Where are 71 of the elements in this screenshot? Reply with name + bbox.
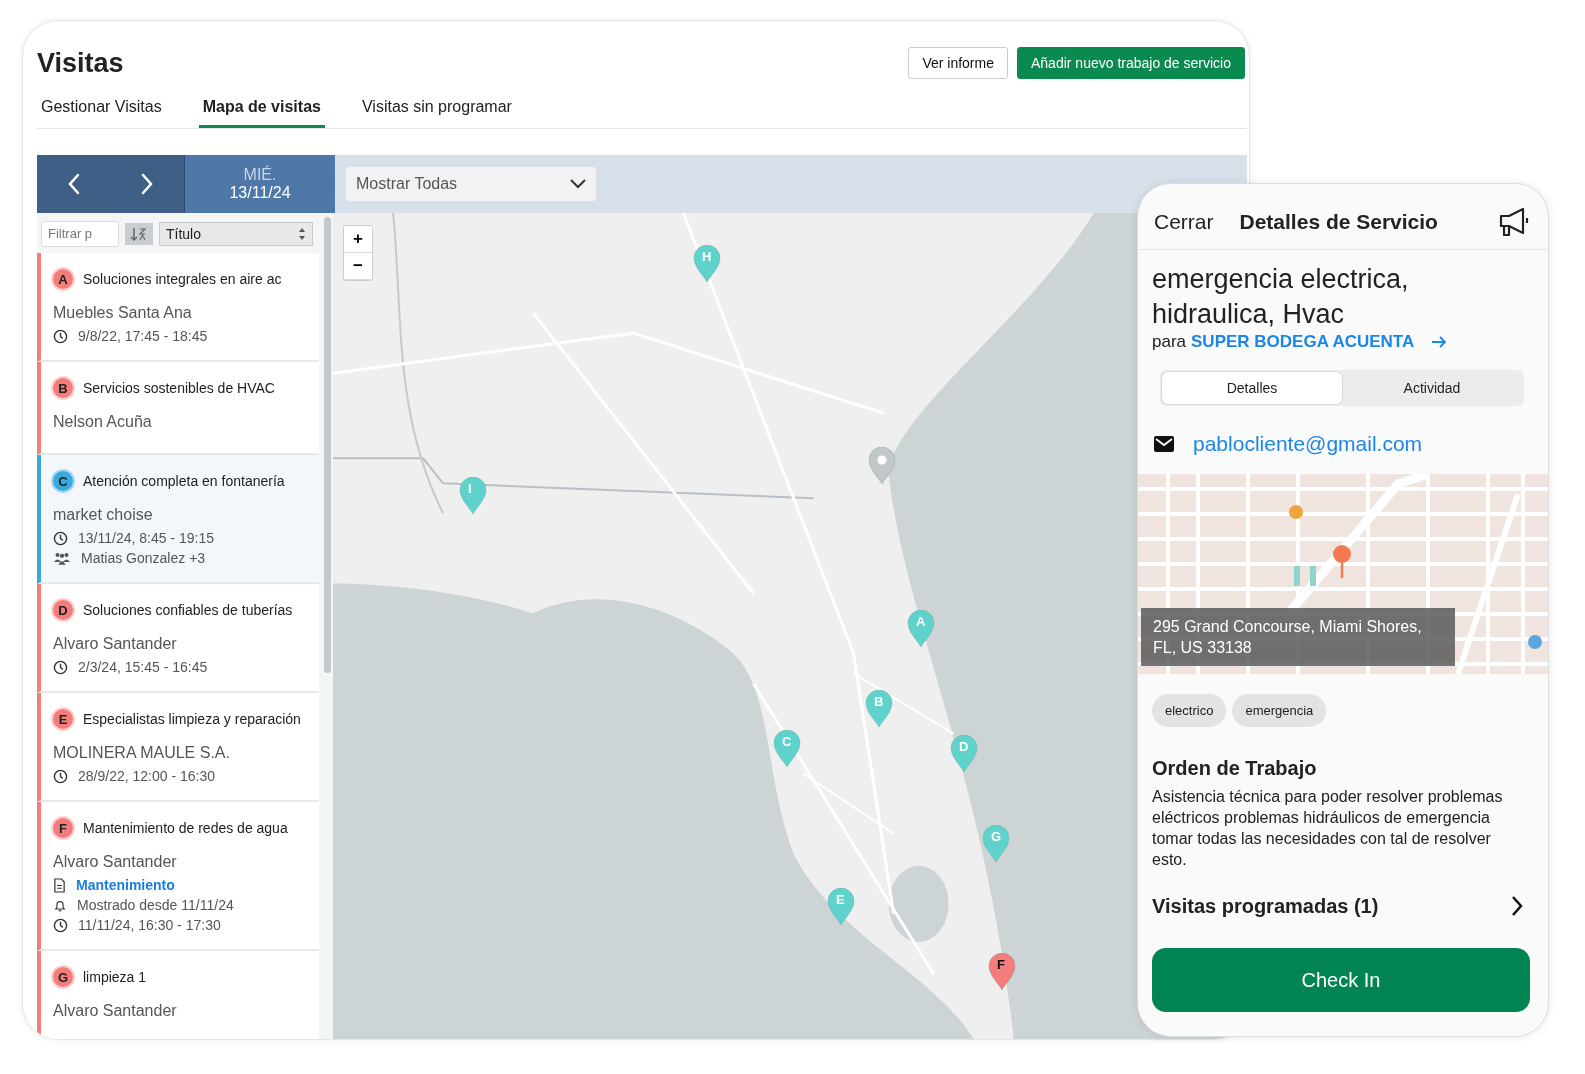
visit-title: Soluciones integrales en aire ac [83,271,282,287]
chevron-right-icon[interactable] [140,172,155,196]
visit-card[interactable]: F Mantenimiento de redes de agua Alvaro Santander Mantenimiento Mostrado desde 11/11/24 11/11/24, 16:30 - 17:30 [37,802,319,951]
visit-card[interactable]: E Especialistas limpieza y reparación MOLINERA MAULE S.A. 28/9/22, 12:00 - 16:30 [37,693,319,802]
arrow-right-icon[interactable] [1431,335,1448,349]
people-icon [53,550,71,566]
document-icon [53,877,66,893]
sort-dropdown[interactable]: Título [159,221,313,246]
visit-title: Especialistas limpieza y reparación [83,711,301,727]
visit-title: Atención completa en fontanería [83,473,285,489]
detail-text: 2/3/24, 15:45 - 16:45 [78,659,208,675]
clock-icon [53,530,68,546]
document-link[interactable]: Mantenimiento [76,877,175,893]
customer-name: Nelson Acuña [53,413,153,431]
visit-title: limpieza 1 [83,969,147,985]
report-button[interactable]: Ver informe [908,47,1008,79]
clock-icon [53,768,68,784]
visit-title: Soluciones confiables de tuberías [83,602,293,618]
customer-name: Alvaro Santander [53,635,178,653]
visit-card[interactable]: C Atención completa en fontanería market choise 13/11/24, 8:45 - 19:15 Matias Gonzalez +3 [37,455,319,584]
customer-name: market choise [53,506,154,524]
clock-icon [53,328,68,344]
sort-icon[interactable] [125,222,153,245]
page-title: Visitas [37,47,124,79]
detail-text: 13/11/24, 8:45 - 19:15 [78,530,214,546]
detail-text: Mostrado desde 11/11/24 [77,897,234,913]
date-label: 13/11/24 [229,184,291,202]
customer-name: Alvaro Santander [53,1002,178,1020]
scrollbar[interactable] [324,217,331,673]
chevron-left-icon[interactable] [66,172,81,196]
panel-title: Detalles de Servicio [1239,209,1439,234]
visit-card[interactable]: G limpieza 1 Alvaro Santander [37,951,319,1039]
visit-title: Mantenimiento de redes de agua [83,820,288,836]
visit-card[interactable]: D Soluciones confiables de tuberías Alvaro Santander 2/3/24, 15:45 - 16:45 [37,584,319,693]
clock-icon [53,917,68,933]
tag-chip: emergencia [1232,694,1327,727]
add-job-button[interactable]: Añadir nuevo trabajo de servicio [1017,47,1245,79]
letter-badge: F [51,816,75,840]
letter-badge: B [51,376,75,400]
letter-badge: E [51,707,75,731]
visit-title: Servicios sostenibles de HVAC [83,380,275,396]
tab[interactable]: Gestionar Visitas [37,89,166,128]
customer-name: MOLINERA MAULE S.A. [53,744,231,762]
clock-icon [53,659,68,675]
letter-badge: G [51,965,75,989]
letter-badge: C [51,469,75,493]
chevron-right-icon [1510,894,1524,918]
date-display[interactable]: MIÉ. 13/11/24 [185,155,335,213]
weekday-label: MIÉ. [243,166,277,184]
tab[interactable]: Visitas sin programar [357,89,516,128]
detail-text: 9/8/22, 17:45 - 18:45 [78,328,208,344]
detail-text: 28/9/22, 12:00 - 16:30 [78,768,215,784]
updown-icon [298,226,306,241]
client-link[interactable]: SUPER BODEGA ACUENTA [1191,332,1415,352]
detail-text: 11/11/24, 16:30 - 17:30 [78,917,221,933]
segment-tab[interactable]: Actividad [1342,372,1522,404]
customer-name: Muebles Santa Ana [53,304,193,322]
caret-icon [570,179,586,189]
work-order-text: Asistencia técnica para poder resolver problemas eléctricos problemas hidráulicos de emergencia tomar todas las necesidades con tal de resolver esto. [1152,787,1504,870]
detail-text: Matias Gonzalez +3 [81,550,206,566]
tab[interactable]: Mapa de visitas [198,89,325,128]
scheduled-visits-row[interactable]: Visitas programadas (1) [1152,894,1524,918]
visit-card[interactable]: A Soluciones integrales en aire ac Muebles Santa Ana 9/8/22, 17:45 - 18:45 [37,253,319,362]
filter-field[interactable]: Filtrar p [41,220,119,247]
email-link[interactable]: pablocliente@gmail.com [1193,432,1423,456]
visit-card[interactable]: B Servicios sostenibles de HVAC Nelson Acuña [37,362,319,455]
letter-badge: D [51,598,75,622]
check-in-button[interactable]: Check In [1152,948,1530,1012]
customer-name: Alvaro Santander [53,853,178,871]
show-dropdown[interactable]: Mostrar Todas [346,167,596,201]
letter-badge: A [51,267,75,291]
